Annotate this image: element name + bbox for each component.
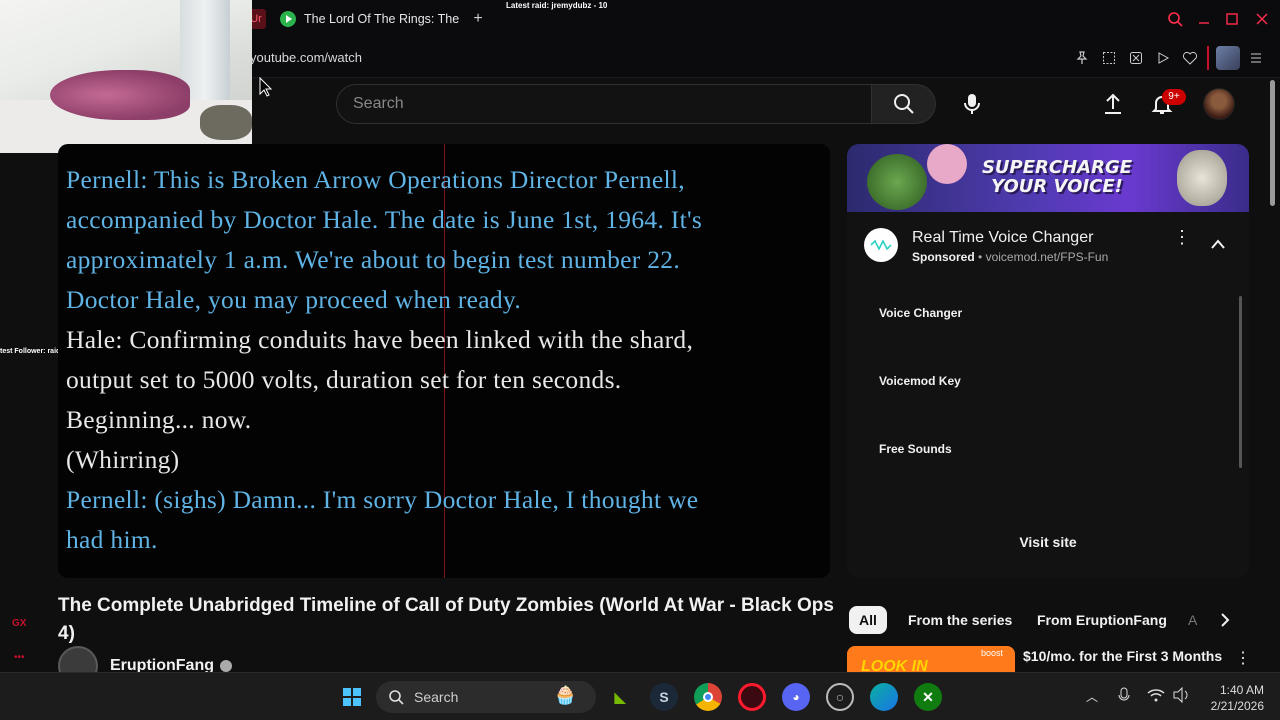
snapshot-icon[interactable] xyxy=(1099,48,1119,68)
search-icon xyxy=(893,94,914,114)
minimize-icon[interactable] xyxy=(1194,9,1214,29)
ad-banner[interactable]: SUPERCHARGE YOUR VOICE! xyxy=(847,144,1249,212)
webcam-overlay xyxy=(0,0,252,153)
search-button[interactable] xyxy=(872,84,936,124)
pin-icon[interactable] xyxy=(1072,48,1092,68)
tray-mic-icon[interactable] xyxy=(1118,687,1130,710)
ad-sponsored-line: Sponsored • voicemod.net/FPS-Fun xyxy=(912,250,1108,264)
muffin-icon: 🧁 xyxy=(554,685,577,705)
heart-icon[interactable] xyxy=(1180,48,1200,68)
discord-icon[interactable]: ◕ xyxy=(782,683,810,711)
chevron-up-icon[interactable] xyxy=(1211,236,1225,254)
ad-title[interactable]: Real Time Voice Changer xyxy=(912,229,1093,247)
webcam-object xyxy=(200,105,252,140)
new-tab-icon[interactable]: + xyxy=(468,9,488,29)
more-dots-icon[interactable]: ••• xyxy=(14,652,25,663)
toolbar-divider xyxy=(1207,46,1209,70)
tab-title: The Lord Of The Rings: The xyxy=(304,12,460,26)
taskbar-search-label: Search xyxy=(414,689,459,705)
webcam-blanket xyxy=(50,70,190,120)
maximize-icon[interactable] xyxy=(1222,9,1242,29)
ad-link-free-sounds[interactable]: Free Sounds xyxy=(879,442,952,456)
subtitle-line: Doctor Hale, you may proceed when ready. xyxy=(66,285,521,314)
video-title: The Complete Unabridged Timeline of Call… xyxy=(58,595,834,644)
url-value: youtube.com/watch xyxy=(250,50,363,65)
chrome-icon[interactable] xyxy=(694,683,722,711)
mouse-cursor xyxy=(259,76,273,102)
app-icon[interactable]: ○ xyxy=(826,683,854,711)
ad-link-voicemod-key[interactable]: Voicemod Key xyxy=(879,374,961,388)
close-icon[interactable] xyxy=(1252,9,1272,29)
chip-from-series[interactable]: From the series xyxy=(898,606,1022,634)
play-icon xyxy=(280,11,296,27)
start-windows-icon[interactable] xyxy=(338,683,366,711)
ad-more-icon[interactable]: ⋮ xyxy=(1173,228,1191,246)
xbox-icon[interactable]: ✕ xyxy=(914,683,942,711)
taskbar-clock[interactable]: 1:40 AM 2/21/2026 xyxy=(1200,682,1264,714)
browser-search-icon[interactable] xyxy=(1165,9,1185,29)
notifications-badge: 9+ xyxy=(1162,89,1186,105)
subtitle-line: Pernell: (sighs) Damn... I'm sorry Docto… xyxy=(66,485,699,514)
subtitle-line: output set to 5000 volts, duration set f… xyxy=(66,365,622,394)
page-scrollbar[interactable] xyxy=(1270,80,1275,206)
wifi-icon[interactable] xyxy=(1147,687,1165,708)
tab-lord-of-the-rings[interactable]: The Lord Of The Rings: The xyxy=(280,6,460,32)
upload-icon[interactable] xyxy=(1101,92,1125,121)
next-ad-thumb-text: LOOK IN xyxy=(861,658,928,672)
steam-icon[interactable]: S xyxy=(650,683,678,711)
next-ad-thumbnail[interactable]: LOOK IN boost xyxy=(847,646,1015,672)
subtitle-line: Beginning... now. xyxy=(66,405,252,434)
video-player[interactable]: Pernell: This is Broken Arrow Operations… xyxy=(58,144,830,578)
account-avatar[interactable] xyxy=(1203,88,1235,120)
profile-avatar[interactable] xyxy=(1216,46,1240,70)
search-input[interactable]: Search xyxy=(336,84,872,124)
search-placeholder: Search xyxy=(353,95,404,112)
taskbar-search[interactable]: Search 🧁 xyxy=(376,681,596,713)
url-text[interactable]: youtube.com/watch xyxy=(250,50,362,65)
chip-all[interactable]: All xyxy=(849,606,887,634)
ad-banner-character-left xyxy=(867,154,927,210)
visit-site-button[interactable]: Visit site xyxy=(847,534,1249,550)
taskbar-search-icon xyxy=(389,690,404,705)
subtitle-line: Hale: Confirming conduits have been link… xyxy=(66,325,694,354)
tray-chevron-up-icon[interactable]: ︿ xyxy=(1086,688,1098,705)
subtitle-line: had him. xyxy=(66,525,158,554)
ad-domain: voicemod.net/FPS-Fun xyxy=(985,250,1109,264)
verified-icon xyxy=(219,660,232,672)
voice-search-button[interactable] xyxy=(952,84,992,124)
next-ad-brand: boost xyxy=(981,648,1004,658)
adblock-icon[interactable] xyxy=(1126,48,1146,68)
ad-scrollbar[interactable] xyxy=(1239,296,1242,468)
ad-separator: • xyxy=(978,250,986,264)
subtitle-line: Pernell: This is Broken Arrow Operations… xyxy=(66,165,685,194)
player-icon[interactable] xyxy=(1153,48,1173,68)
mic-icon xyxy=(964,94,980,114)
chip-partial[interactable]: A xyxy=(1178,606,1207,634)
chip-from-eruptionfang[interactable]: From EruptionFang xyxy=(1027,606,1177,634)
sidebar-ad: SUPERCHARGE YOUR VOICE! Real Time Voice … xyxy=(847,144,1249,578)
nvidia-icon[interactable]: ◣ xyxy=(606,683,634,711)
ad-link-voice-changer[interactable]: Voice Changer xyxy=(879,306,962,320)
ad-banner-line1: SUPERCHARGE xyxy=(981,157,1133,178)
subtitle-line: (Whirring) xyxy=(66,445,180,474)
gx-logo: GX xyxy=(12,618,27,629)
edge-icon[interactable] xyxy=(870,683,898,711)
opera-gx-icon[interactable] xyxy=(738,683,766,711)
voicemod-logo[interactable] xyxy=(864,228,898,262)
ad-banner-text: SUPERCHARGE YOUR VOICE! xyxy=(957,158,1157,196)
windows-taskbar: Search 🧁 ◣ S ◕ ○ ✕ ︿ 1:40 AM 2/21/2026 xyxy=(0,672,1280,720)
stream-overlay-raid: Latest raid: jremydubz - 10 xyxy=(506,1,608,10)
volume-icon[interactable] xyxy=(1172,686,1190,708)
subtitle-line: accompanied by Doctor Hale. The date is … xyxy=(66,205,703,234)
ad-banner-character-skull xyxy=(1177,150,1227,206)
subtitle-line: approximately 1 a.m. We're about to begi… xyxy=(66,245,681,274)
ad-banner-line2: YOUR VOICE! xyxy=(991,176,1123,197)
next-ad-title[interactable]: $10/mo. for the First 3 Months xyxy=(1023,648,1222,664)
chips-next-chevron-icon[interactable] xyxy=(1219,612,1231,633)
next-ad-more-icon[interactable]: ⋮ xyxy=(1235,648,1251,668)
clock-time: 1:40 AM xyxy=(1219,683,1264,697)
menu-icon[interactable] xyxy=(1246,48,1266,68)
clock-date: 2/21/2026 xyxy=(1210,699,1264,713)
ad-sponsored-label: Sponsored xyxy=(912,250,975,264)
